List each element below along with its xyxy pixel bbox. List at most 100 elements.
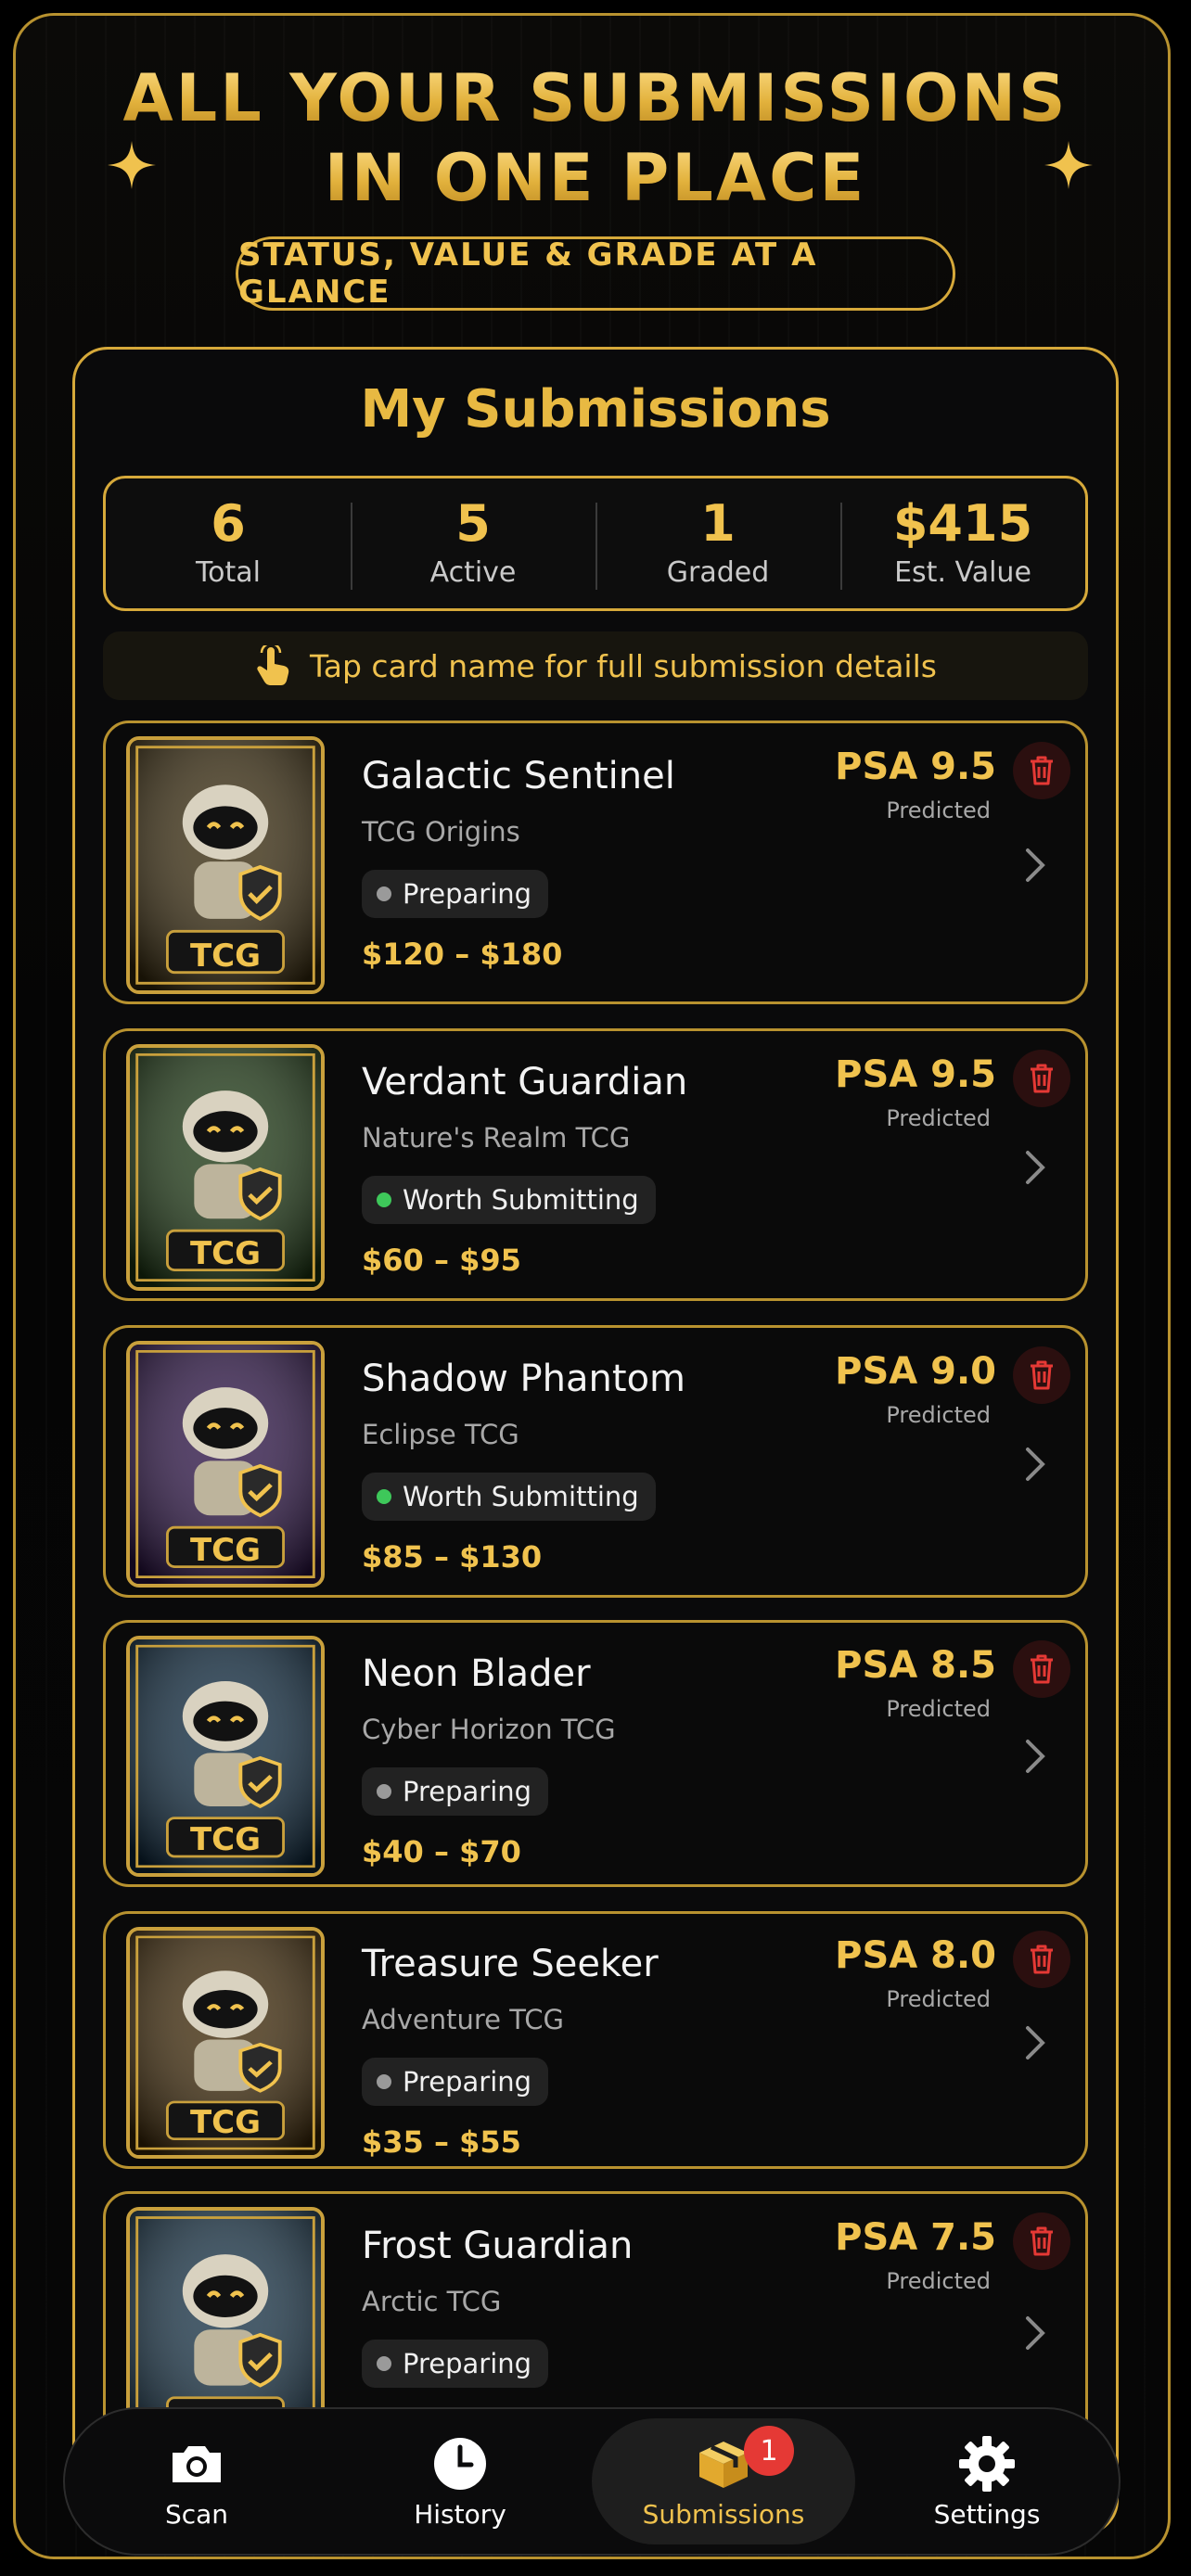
thumb-label: TCG [189,937,262,975]
stat-graded: 1 Graded [596,478,840,608]
submission-card[interactable]: TCG Treasure Seeker Adventure TCG Prepar… [103,1911,1088,2169]
psa-grade: PSA 9.5 [835,1053,996,1096]
status-badge: Worth Submitting [362,1473,656,1521]
trash-icon [1031,756,1053,785]
nav-settings[interactable]: Settings [855,2409,1119,2554]
sparkle-icon [1044,141,1093,189]
nav-label: Settings [933,2498,1041,2530]
trash-icon [1031,1064,1053,1093]
status-dot [377,1192,391,1207]
tip-banner: Tap card name for full submission detail… [103,631,1088,700]
bottom-nav: Scan History Submissions 1 Settings [63,2407,1121,2556]
predicted-label: Predicted [886,1696,991,1722]
price-range: $40 – $70 [362,1834,521,1869]
card-thumbnail: TCG [126,1636,325,1877]
psa-grade: PSA 7.5 [835,2216,996,2259]
stat-value: $415 [892,494,1033,553]
predicted-label: Predicted [886,1986,991,2012]
status-dot [377,2074,391,2089]
stat-est-value: $415 Est. Value [840,478,1085,608]
card-name[interactable]: Shadow Phantom [362,1358,685,1400]
card-set: Adventure TCG [362,2004,564,2035]
card-name[interactable]: Treasure Seeker [362,1943,659,1985]
delete-button[interactable] [1013,1346,1070,1404]
delete-button[interactable] [1013,1640,1070,1698]
submissions-panel: My Submissions 6 Total 5 Active 1 Graded… [72,347,1119,2535]
card-name[interactable]: Galactic Sentinel [362,755,675,797]
price-range: $85 – $130 [362,1539,543,1575]
chevron-right-icon[interactable] [1022,1446,1048,1483]
hero-subtitle: STATUS, VALUE & GRADE AT A GLANCE [236,236,955,311]
psa-grade: PSA 8.0 [835,1934,996,1977]
card-name[interactable]: Neon Blader [362,1652,591,1695]
stat-value: 6 [211,494,246,553]
hero-title-line1: ALL YOUR SUBMISSIONS [0,59,1191,137]
trash-icon [1031,1945,1053,1974]
submission-card[interactable]: TCG Neon Blader Cyber Horizon TCG Prepar… [103,1620,1088,1887]
status-dot [377,2356,391,2371]
stat-label: Graded [666,556,770,589]
status-text: Preparing [403,2348,532,2379]
delete-button[interactable] [1013,742,1070,799]
chevron-right-icon[interactable] [1022,1149,1048,1186]
stat-value: 1 [700,494,736,553]
status-text: Preparing [403,2066,532,2098]
card-thumbnail: TCG [126,1927,325,2159]
chevron-right-icon[interactable] [1022,1738,1048,1775]
status-dot [377,1489,391,1504]
stat-label: Active [429,556,517,589]
price-range: $120 – $180 [362,937,563,972]
status-badge: Worth Submitting [362,1176,656,1224]
nav-label: Scan [164,2498,229,2530]
card-thumbnail: TCG [126,1341,325,1588]
price-range: $60 – $95 [362,1243,521,1278]
card-thumbnail: TCG [126,1044,325,1291]
submission-card[interactable]: TCG Verdant Guardian Nature's Realm TCG … [103,1028,1088,1301]
stats-bar: 6 Total 5 Active 1 Graded $415 Est. Valu… [103,476,1088,611]
delete-button[interactable] [1013,1931,1070,1988]
predicted-label: Predicted [886,1402,991,1428]
thumb-label: TCG [189,1235,262,1272]
status-text: Worth Submitting [403,1481,639,1512]
trash-icon [1031,1654,1053,1684]
status-text: Worth Submitting [403,1184,639,1216]
psa-grade: PSA 9.0 [835,1350,996,1393]
notification-badge: 1 [744,2426,794,2476]
stat-active: 5 Active [351,478,596,608]
card-name[interactable]: Verdant Guardian [362,1061,687,1103]
status-badge: Preparing [362,2340,549,2388]
hero-title-line2: IN ONE PLACE [0,139,1191,217]
tap-hand-icon [257,645,289,685]
delete-button[interactable] [1013,1050,1070,1107]
status-badge: Preparing [362,870,549,918]
status-badge: Preparing [362,2058,549,2106]
chevron-right-icon[interactable] [1022,847,1048,884]
psa-grade: PSA 8.5 [835,1644,996,1687]
thumb-label: TCG [189,2104,262,2141]
thumb-label: TCG [189,1532,262,1569]
camera-icon [173,2445,221,2482]
delete-button[interactable] [1013,2213,1070,2270]
stat-label: Total [195,556,262,589]
chevron-right-icon[interactable] [1022,2024,1048,2061]
stat-total: 6 Total [106,478,351,608]
nav-history[interactable]: History [328,2409,592,2554]
submission-card[interactable]: TCG Galactic Sentinel TCG Origins Prepar… [103,721,1088,1004]
nav-scan[interactable]: Scan [65,2409,328,2554]
gear-icon [959,2435,1015,2492]
nav-submissions[interactable]: Submissions 1 [592,2418,855,2544]
trash-icon [1031,1360,1053,1390]
clock-icon [434,2437,486,2490]
predicted-label: Predicted [886,2268,991,2294]
predicted-label: Predicted [886,1105,991,1131]
card-name[interactable]: Frost Guardian [362,2225,633,2267]
status-text: Preparing [403,1776,532,1807]
submission-card[interactable]: TCG Shadow Phantom Eclipse TCG Worth Sub… [103,1325,1088,1598]
status-dot [377,1784,391,1799]
price-range: $35 – $55 [362,2124,521,2160]
card-set: Nature's Realm TCG [362,1122,631,1154]
sparkle-icon [108,141,156,189]
predicted-label: Predicted [886,797,991,823]
stat-value: 5 [455,494,491,553]
chevron-right-icon[interactable] [1022,2315,1048,2352]
